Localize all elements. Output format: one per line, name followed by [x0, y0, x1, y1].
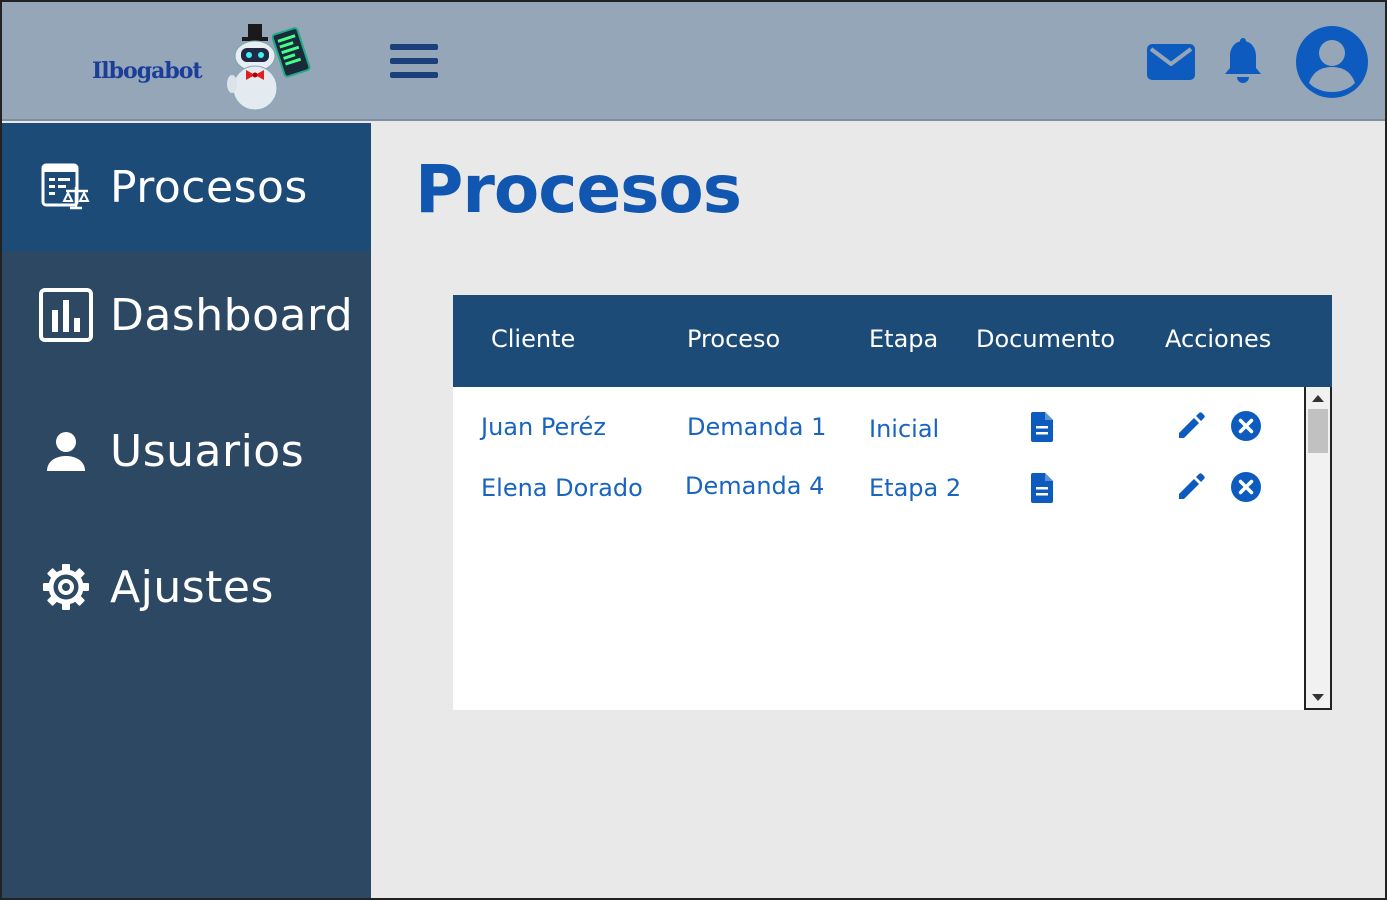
- account-icon[interactable]: [1295, 25, 1369, 99]
- scroll-down-arrow-icon[interactable]: [1306, 686, 1330, 708]
- table-row: Juan Peréz Demanda 1 Inicial: [453, 399, 1303, 457]
- edit-icon[interactable]: [1175, 470, 1207, 502]
- edit-icon[interactable]: [1175, 409, 1207, 441]
- procesos-table: Cliente Proceso Etapa Documento Acciones…: [453, 295, 1332, 710]
- scroll-thumb[interactable]: [1308, 409, 1328, 453]
- column-header-etapa[interactable]: Etapa: [869, 325, 938, 353]
- sidebar-item-dashboard[interactable]: Dashboard: [2, 251, 371, 379]
- logo[interactable]: Ilbogabot: [92, 22, 322, 117]
- column-header-acciones[interactable]: Acciones: [1165, 325, 1271, 353]
- sidebar-item-ajustes[interactable]: Ajustes: [2, 523, 371, 651]
- cell-etapa[interactable]: Etapa 2: [869, 474, 961, 502]
- sidebar-item-label: Usuarios: [110, 425, 305, 477]
- table-scrollbar[interactable]: [1304, 387, 1332, 710]
- header-actions: [1145, 24, 1369, 100]
- sidebar-item-procesos[interactable]: Procesos: [2, 123, 371, 251]
- cell-proceso[interactable]: Demanda 4: [685, 472, 824, 500]
- gear-icon: [38, 559, 94, 615]
- bell-icon[interactable]: [1223, 37, 1263, 87]
- law-document-icon: [38, 159, 94, 215]
- menu-icon[interactable]: [390, 44, 440, 82]
- document-icon[interactable]: [1029, 472, 1055, 504]
- cell-cliente[interactable]: Juan Peréz: [481, 413, 606, 441]
- user-icon: [38, 423, 94, 479]
- logo-text: Ilbogabot: [92, 58, 203, 84]
- column-header-proceso[interactable]: Proceso: [687, 325, 780, 353]
- sidebar-item-label: Ajustes: [110, 561, 274, 613]
- scroll-up-arrow-icon[interactable]: [1306, 387, 1330, 409]
- table-row: Elena Dorado Demanda 4 Etapa 2: [453, 460, 1303, 518]
- mail-icon[interactable]: [1145, 40, 1197, 84]
- menu-line: [390, 44, 438, 50]
- document-icon[interactable]: [1029, 411, 1055, 443]
- column-header-documento[interactable]: Documento: [976, 325, 1115, 353]
- cell-proceso[interactable]: Demanda 1: [687, 413, 826, 441]
- chart-icon: [38, 287, 94, 343]
- robot-logo-icon: [227, 24, 311, 111]
- page-title: Procesos: [415, 151, 742, 228]
- sidebar-item-label: Procesos: [110, 161, 308, 213]
- app-window: Ilbogabot Procesos Dashboard Usuarios Aj…: [0, 0, 1387, 900]
- top-bar: Ilbogabot: [2, 2, 1385, 121]
- menu-line: [390, 58, 438, 64]
- sidebar-item-label: Dashboard: [110, 289, 354, 341]
- table-header: Cliente Proceso Etapa Documento Acciones: [453, 295, 1332, 387]
- main-content: Procesos Cliente Proceso Etapa Documento…: [371, 123, 1385, 898]
- cell-cliente[interactable]: Elena Dorado: [481, 474, 643, 502]
- delete-icon[interactable]: [1230, 471, 1262, 503]
- delete-icon[interactable]: [1230, 410, 1262, 442]
- table-body: Juan Peréz Demanda 1 Inicial Elena Dorad…: [453, 387, 1303, 710]
- cell-etapa[interactable]: Inicial: [869, 415, 939, 443]
- menu-line: [390, 72, 438, 78]
- column-header-cliente[interactable]: Cliente: [491, 325, 575, 353]
- sidebar: Procesos Dashboard Usuarios Ajustes: [2, 123, 371, 898]
- sidebar-item-usuarios[interactable]: Usuarios: [2, 387, 371, 515]
